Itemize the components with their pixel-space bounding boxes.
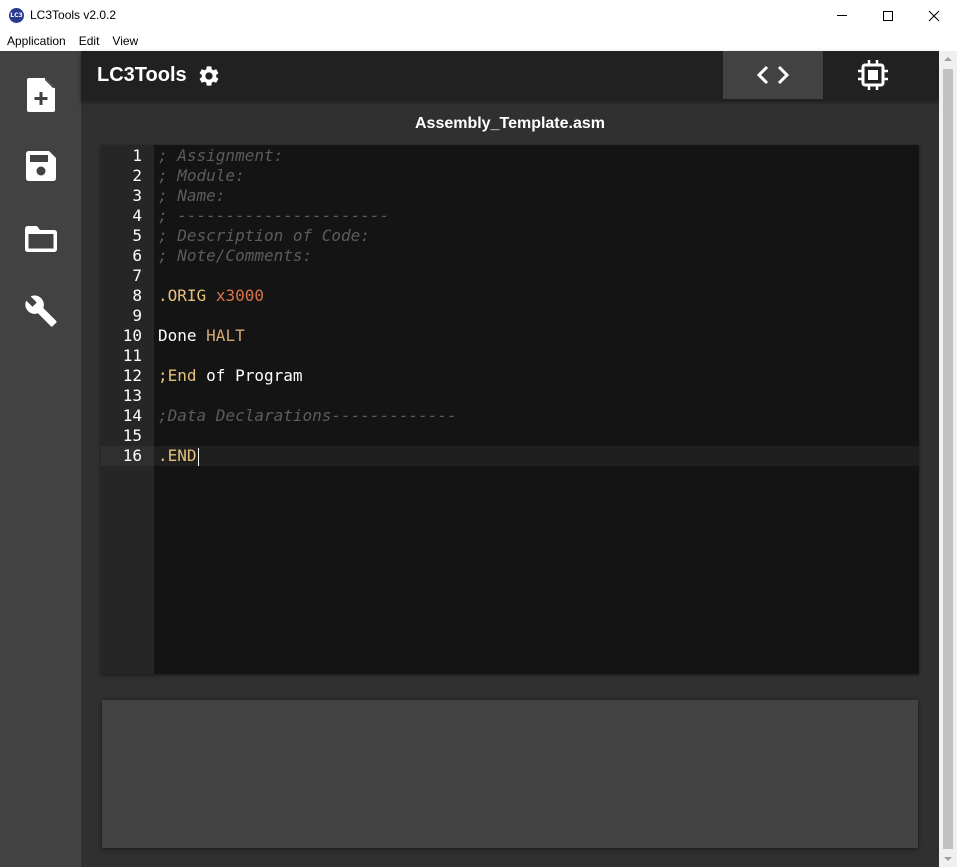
close-icon xyxy=(928,10,940,21)
floppy-disk-icon xyxy=(26,151,56,181)
code-text: ;End of Program xyxy=(158,366,303,386)
code-lines[interactable]: 1 ; Assignment: 2 ; Module: 3 ; Name: 4 ; -----… xyxy=(101,146,919,466)
code-line[interactable]: 2 ; Module: xyxy=(101,166,919,186)
line-number: 12 xyxy=(122,366,142,385)
line-number: 2 xyxy=(132,166,142,185)
window-title: LC3Tools v2.0.2 xyxy=(30,8,117,22)
code-text: ; Description of Code: xyxy=(158,226,370,246)
build-button[interactable] xyxy=(20,290,62,332)
code-line[interactable]: 13 xyxy=(101,386,919,406)
code-text: .ORIG x3000 xyxy=(158,286,264,306)
app-logo-icon: LC3 xyxy=(9,8,24,23)
code-line[interactable]: 9 xyxy=(101,306,919,326)
code-token-opcode: HALT xyxy=(206,326,245,345)
line-number: 9 xyxy=(132,306,142,325)
code-line[interactable]: 5 ; Description of Code: xyxy=(101,226,919,246)
wrench-icon xyxy=(25,295,57,327)
gear-icon xyxy=(199,66,219,86)
line-number: 8 xyxy=(132,286,142,305)
line-number: 13 xyxy=(122,386,142,405)
minimize-icon xyxy=(837,15,847,16)
sidebar xyxy=(0,51,81,867)
line-number: 10 xyxy=(122,326,142,345)
code-token-comment: ; Description of Code: xyxy=(158,226,370,245)
menu-bar: Application Edit View xyxy=(0,31,957,51)
close-button[interactable] xyxy=(911,0,957,31)
maximize-icon xyxy=(883,10,893,21)
app-brand: LC3Tools xyxy=(97,64,187,86)
menu-edit[interactable]: Edit xyxy=(79,34,100,48)
line-number: 16 xyxy=(101,446,154,466)
top-toolbar: LC3Tools xyxy=(81,51,939,100)
line-number: 11 xyxy=(122,346,142,365)
line-number: 3 xyxy=(132,186,142,205)
code-text: ;Data Declarations------------- xyxy=(158,406,457,426)
tab-editor[interactable] xyxy=(723,51,823,99)
window-titlebar: LC3 LC3Tools v2.0.2 xyxy=(0,0,957,31)
scroll-up-arrow-icon[interactable] xyxy=(944,57,952,61)
code-brackets-icon xyxy=(756,65,790,85)
settings-button[interactable] xyxy=(197,64,221,88)
code-token-comment: ;Data Declarations------------- xyxy=(158,406,457,425)
code-token-comment: ; ---------------------- xyxy=(158,206,390,225)
line-number: 1 xyxy=(132,146,142,165)
code-line[interactable]: 1 ; Assignment: xyxy=(101,146,919,166)
code-text: ; Module: xyxy=(158,166,245,186)
code-line[interactable]: 8 .ORIG x3000 xyxy=(101,286,919,306)
minimize-button[interactable] xyxy=(819,0,865,31)
code-line[interactable]: 10 Done HALT xyxy=(101,326,919,346)
file-plus-icon xyxy=(27,78,55,112)
code-text: ; Note/Comments: xyxy=(158,246,312,266)
code-text: ; ---------------------- xyxy=(158,206,389,226)
menu-application[interactable]: Application xyxy=(7,34,66,48)
code-editor[interactable]: 1 ; Assignment: 2 ; Module: 3 ; Name: 4 ; -----… xyxy=(101,145,919,674)
code-line[interactable]: 3 ; Name: xyxy=(101,186,919,206)
editor-filename: Assembly_Template.asm xyxy=(414,115,605,132)
code-text: Done HALT xyxy=(158,326,245,346)
maximize-button[interactable] xyxy=(865,0,911,31)
chip-icon xyxy=(858,60,888,90)
code-token-number: x3000 xyxy=(215,286,264,305)
code-token-comment: ; Module: xyxy=(158,166,245,185)
code-line[interactable]: 4 ; ---------------------- xyxy=(101,206,919,226)
line-number: 4 xyxy=(132,206,142,225)
code-line[interactable]: 7 xyxy=(101,266,919,286)
scroll-thumb[interactable] xyxy=(943,69,953,849)
line-number: 7 xyxy=(132,266,142,285)
line-number: 5 xyxy=(132,226,142,245)
code-line[interactable]: 12 ;End of Program xyxy=(101,366,919,386)
save-file-button[interactable] xyxy=(20,145,62,187)
code-token-label: Done xyxy=(158,326,197,345)
open-folder-button[interactable] xyxy=(20,218,62,260)
line-number: 14 xyxy=(122,406,142,425)
code-token-comment: ; Note/Comments: xyxy=(158,246,313,265)
code-line[interactable]: 11 xyxy=(101,346,919,366)
new-file-button[interactable] xyxy=(20,74,62,116)
code-token-directive: .END xyxy=(158,446,197,465)
code-token-text: of Program xyxy=(196,366,303,385)
folder-icon xyxy=(25,226,57,252)
code-token-directive: .ORIG xyxy=(158,286,207,305)
code-text: .END xyxy=(158,446,199,466)
code-token-comment: ; Assignment: xyxy=(158,146,284,165)
line-number: 15 xyxy=(122,426,142,445)
tab-simulator[interactable] xyxy=(823,51,923,99)
code-token-directive: ;End xyxy=(158,366,197,385)
code-line[interactable]: 16 .END xyxy=(101,446,919,466)
line-number: 6 xyxy=(132,246,142,265)
code-line[interactable]: 14 ;Data Declarations------------- xyxy=(101,406,919,426)
text-cursor xyxy=(197,447,199,466)
code-line[interactable]: 6 ; Note/Comments: xyxy=(101,246,919,266)
code-text: ; Assignment: xyxy=(158,146,283,166)
code-line[interactable]: 15 xyxy=(101,426,919,446)
code-token-comment: ; Name: xyxy=(158,186,226,205)
main-panel: LC3Tools Assembly_Template.asm 1 ; Assig… xyxy=(81,51,939,867)
menu-view[interactable]: View xyxy=(112,34,138,48)
scroll-down-arrow-icon[interactable] xyxy=(944,857,952,861)
code-text: ; Name: xyxy=(158,186,225,206)
window-scrollbar[interactable] xyxy=(939,51,957,867)
console-output[interactable] xyxy=(102,700,918,848)
